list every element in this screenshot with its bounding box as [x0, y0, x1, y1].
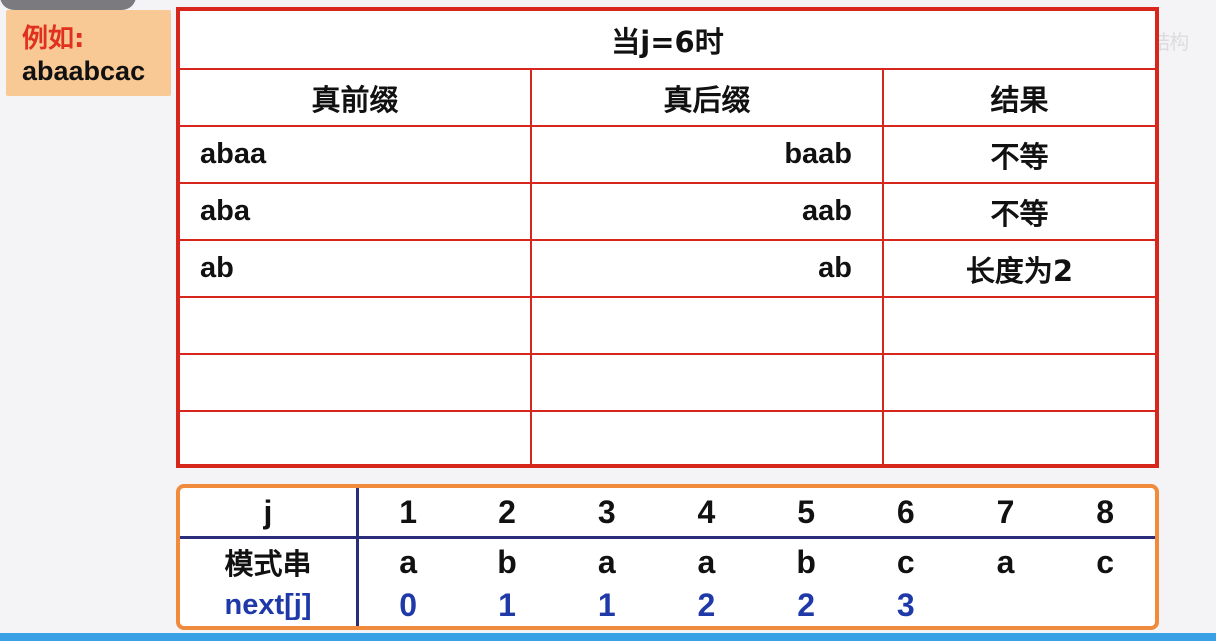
header-prefix: 真前缀 [180, 68, 532, 127]
prefix-cell [180, 410, 532, 468]
suffix-cell [530, 410, 884, 468]
pattern-label: 模式串 [180, 537, 359, 586]
prefix-cell: aba [180, 182, 532, 241]
progress-bar-line [0, 633, 1216, 641]
pattern-char: a [597, 543, 616, 580]
suffix-cell: ab [530, 239, 884, 298]
result-cell [881, 296, 1156, 355]
pattern-char: a [996, 543, 1015, 580]
j-value: 7 [955, 488, 1056, 539]
j-value: 1 [357, 488, 458, 539]
j-label: j [180, 488, 359, 539]
j-value: 5 [756, 488, 856, 539]
pattern-char: a [399, 543, 417, 580]
pattern-char: c [1096, 543, 1115, 580]
j-value: 4 [656, 488, 757, 539]
j-value: 3 [556, 488, 657, 539]
next-value: 2 [797, 587, 815, 624]
result-cell: 不等 [881, 182, 1156, 241]
header-suffix: 真后缀 [530, 68, 884, 127]
next-value [1055, 585, 1155, 626]
prefix-cell [180, 353, 532, 412]
next-value: 1 [498, 587, 516, 624]
pattern-char: b [497, 543, 517, 580]
pattern-row: 模式串 a b a a b c a c [180, 537, 1155, 586]
suffix-cell [530, 296, 884, 355]
prefix-cell [180, 296, 532, 355]
table-row: abaa baab 不等 [180, 125, 1156, 184]
top-tab-decoration [0, 0, 136, 10]
example-box: 例如: abaabcac [6, 10, 171, 96]
table-row [180, 410, 1156, 468]
next-value: 2 [697, 587, 716, 624]
suffix-cell: baab [530, 125, 884, 184]
table-row [180, 353, 1156, 412]
next-value [956, 585, 1056, 626]
next-row: next[j] 0 1 1 2 2 3 [180, 585, 1155, 626]
example-label: 例如: [22, 24, 85, 54]
pattern-char: b [796, 543, 816, 580]
suffix-cell: aab [530, 182, 884, 241]
prefix-suffix-table: 当j=6时 真前缀 真后缀 结果 abaa baab 不等 aba aab 不等… [176, 7, 1159, 468]
suffix-cell [530, 353, 884, 412]
result-cell: 不等 [881, 125, 1156, 184]
prefix-cell: abaa [180, 125, 532, 184]
next-value: 3 [896, 587, 915, 624]
j-row: j 1 2 3 4 5 6 7 8 [180, 488, 1155, 539]
result-cell [881, 410, 1156, 468]
pattern-char: c [896, 543, 915, 580]
result-cell: 长度为2 [881, 239, 1156, 298]
table-row: ab ab 长度为2 [180, 239, 1156, 298]
next-label: next[j] [180, 585, 359, 626]
j-value: 2 [457, 488, 557, 539]
header-result: 结果 [881, 68, 1156, 127]
next-value: 1 [597, 587, 616, 624]
next-value: 0 [399, 587, 417, 624]
table-row [180, 296, 1156, 355]
result-cell [881, 353, 1156, 412]
j-value: 8 [1055, 488, 1155, 539]
table-row: aba aab 不等 [180, 182, 1156, 241]
j-value: 6 [855, 488, 956, 539]
example-string: abaabcac [22, 56, 146, 86]
prefix-cell: ab [180, 239, 532, 298]
pattern-char: a [697, 543, 716, 580]
next-array-table: j 1 2 3 4 5 6 7 8 模式串 a b a a b c a c ne… [176, 484, 1159, 630]
table-title: 当j=6时 [180, 11, 1156, 70]
